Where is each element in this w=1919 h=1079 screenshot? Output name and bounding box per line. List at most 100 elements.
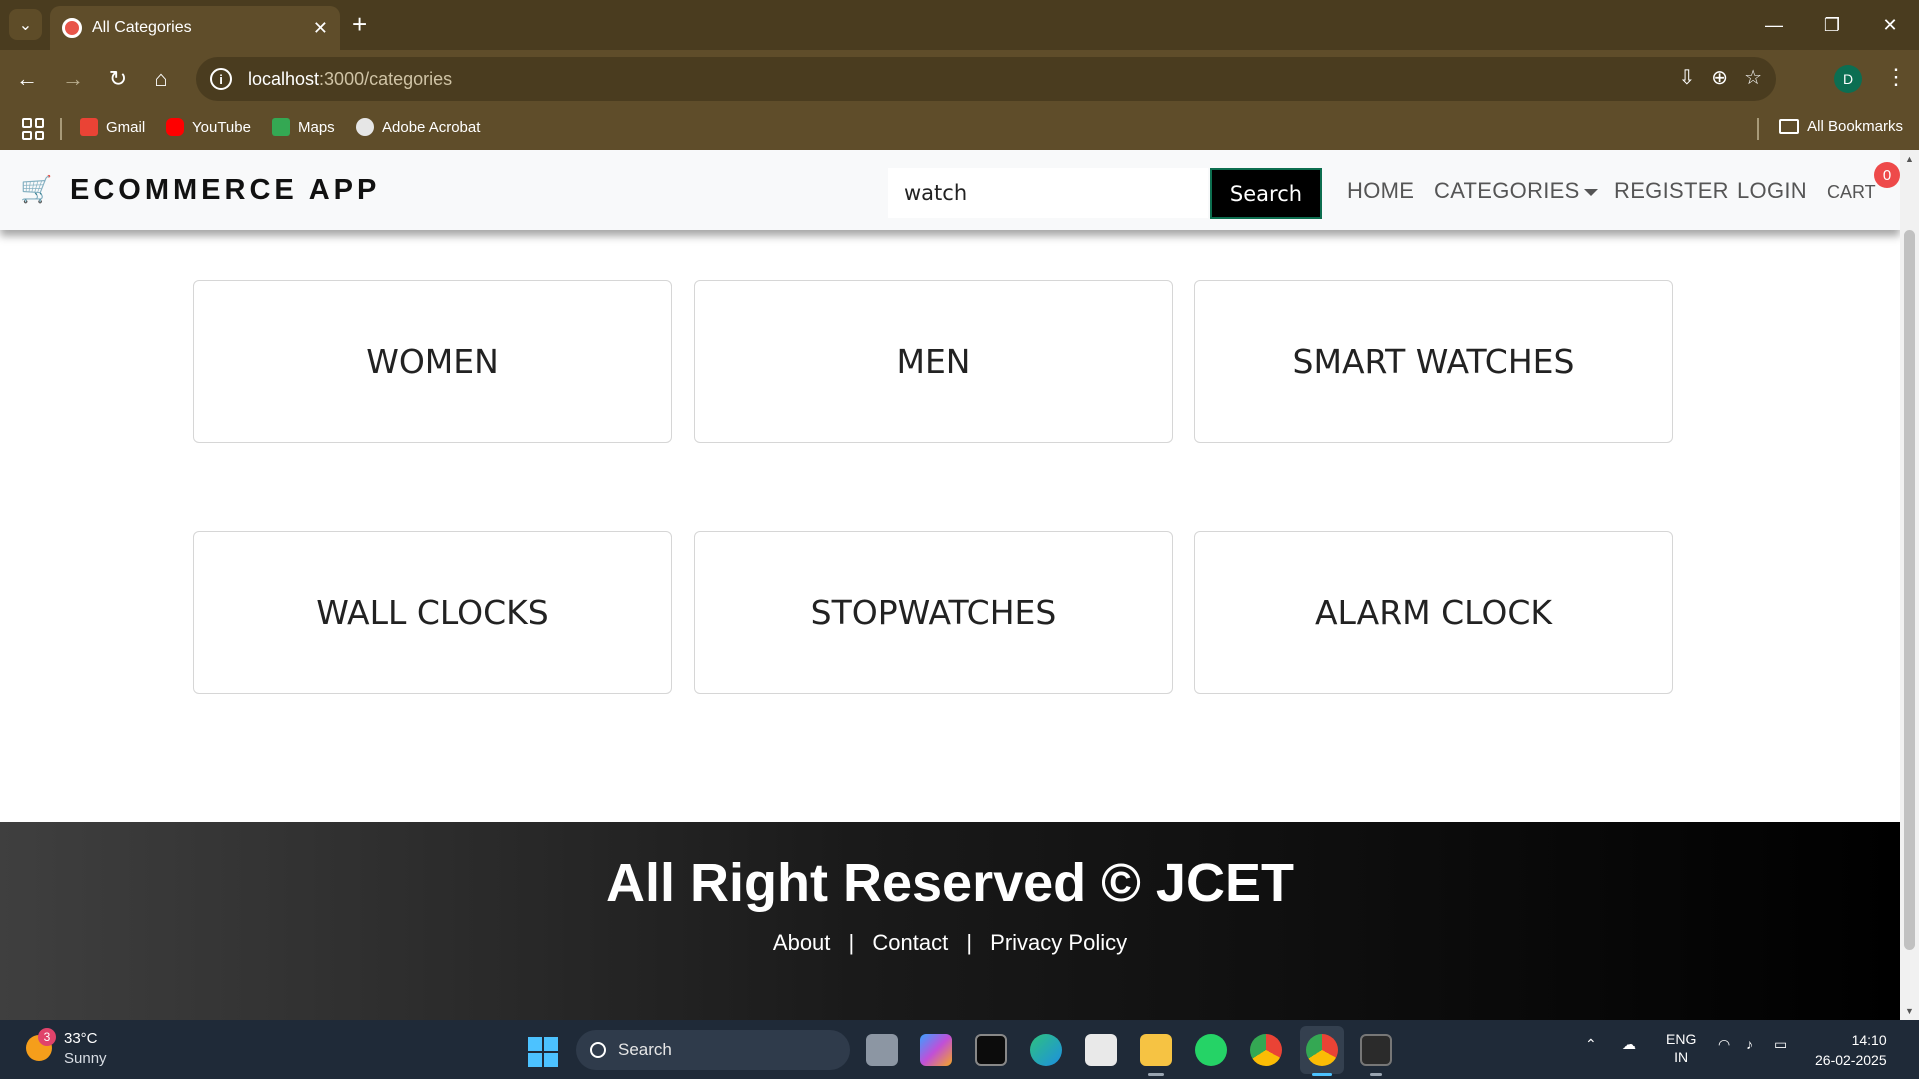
nav-register-link[interactable]: REGISTER — [1614, 178, 1729, 204]
browser-toolbar: ← → ↻ ⌂ i localhost:3000/categories ⇩ ⊕ … — [0, 50, 1919, 108]
nav-login-link[interactable]: LOGIN — [1737, 178, 1807, 204]
profile-avatar[interactable]: D — [1834, 65, 1862, 93]
active-indicator — [1312, 1073, 1332, 1076]
terminal-icon[interactable] — [975, 1034, 1007, 1066]
site-info-icon[interactable]: i — [210, 68, 232, 90]
bookmarks-divider — [1757, 118, 1759, 140]
home-icon[interactable]: ⌂ — [146, 64, 176, 94]
category-card-alarm-clock[interactable]: ALARM CLOCK — [1194, 531, 1673, 694]
language-indicator[interactable]: ENG IN — [1666, 1030, 1696, 1066]
battery-icon[interactable]: ▭ — [1774, 1036, 1787, 1053]
footer-contact-link[interactable]: Contact — [872, 930, 948, 955]
category-card-stopwatches[interactable]: STOPWATCHES — [694, 531, 1173, 694]
browser-tab-strip: ⌄ All Categories ✕ + — ❐ ✕ — [0, 0, 1919, 50]
whatsapp-icon[interactable] — [1195, 1034, 1227, 1066]
weather-temperature[interactable]: 33°C — [64, 1030, 98, 1047]
category-card-women[interactable]: WOMEN — [193, 280, 672, 443]
category-card-men[interactable]: MEN — [694, 280, 1173, 443]
bookmark-youtube[interactable]: YouTube — [166, 118, 251, 136]
category-card-wall-clocks[interactable]: WALL CLOCKS — [193, 531, 672, 694]
footer-separator: | — [848, 930, 855, 955]
all-bookmarks-label: All Bookmarks — [1807, 118, 1903, 135]
url-host: localhost — [248, 68, 320, 89]
back-arrow-icon[interactable]: ← — [12, 64, 42, 94]
wifi-icon[interactable]: ◠ — [1718, 1036, 1730, 1053]
taskbar-search-box[interactable]: Search — [576, 1030, 850, 1070]
scroll-down-icon[interactable]: ▼ — [1905, 1006, 1914, 1016]
nav-cart-link[interactable]: CART — [1827, 182, 1876, 203]
cart-count-badge: 0 — [1874, 162, 1900, 188]
windows-start-icon[interactable] — [528, 1037, 558, 1067]
footer-separator: | — [966, 930, 973, 955]
maps-icon — [272, 118, 290, 136]
chrome-icon[interactable] — [1250, 1034, 1282, 1066]
caret-down-icon — [1583, 188, 1598, 196]
copilot-icon[interactable] — [920, 1034, 952, 1066]
weather-notification-badge: 3 — [38, 1028, 56, 1046]
footer-about-link[interactable]: About — [773, 930, 831, 955]
bookmark-label: Adobe Acrobat — [382, 118, 481, 136]
chrome-active-icon[interactable] — [1306, 1034, 1338, 1066]
onedrive-icon[interactable]: ☁ — [1622, 1036, 1636, 1053]
task-view-icon[interactable] — [866, 1034, 898, 1066]
nav-categories-label: CATEGORIES — [1434, 178, 1580, 203]
clock-time: 14:10 — [1851, 1032, 1887, 1048]
taskbar-search-label: Search — [618, 1040, 672, 1059]
command-prompt-icon[interactable] — [1360, 1034, 1392, 1066]
volume-icon[interactable]: ♪ — [1746, 1036, 1753, 1052]
system-clock[interactable]: 14:10 26-02-2025 — [1815, 1030, 1887, 1070]
url-path: :3000/categories — [319, 68, 453, 89]
microsoft-store-icon[interactable] — [1085, 1034, 1117, 1066]
file-explorer-icon[interactable] — [1140, 1034, 1172, 1066]
edge-browser-icon[interactable] — [1030, 1034, 1062, 1066]
tab-favicon-icon — [62, 18, 82, 38]
scroll-up-icon[interactable]: ▲ — [1905, 154, 1914, 164]
reload-icon[interactable]: ↻ — [103, 64, 133, 94]
running-indicator — [1370, 1073, 1382, 1076]
shopping-cart-icon[interactable]: 🛒 — [20, 176, 52, 202]
running-indicator — [1148, 1073, 1164, 1076]
tab-search-button[interactable]: ⌄ — [9, 9, 42, 40]
forward-arrow-icon[interactable]: → — [58, 64, 88, 94]
site-footer: All Right Reserved © JCET About | Contac… — [0, 822, 1900, 1020]
close-window-button[interactable]: ✕ — [1861, 0, 1919, 50]
bookmark-label: Maps — [298, 118, 335, 136]
footer-privacy-link[interactable]: Privacy Policy — [990, 930, 1127, 955]
bookmark-label: Gmail — [106, 118, 146, 136]
all-bookmarks-button[interactable]: All Bookmarks — [1779, 118, 1903, 135]
apps-grid-icon[interactable] — [22, 118, 44, 140]
gmail-icon — [80, 118, 98, 136]
weather-description[interactable]: Sunny — [64, 1050, 107, 1067]
bookmark-label: YouTube — [192, 118, 251, 136]
bookmark-maps[interactable]: Maps — [272, 118, 335, 136]
install-app-icon[interactable]: ⇩ — [1679, 65, 1696, 90]
category-card-smart-watches[interactable]: SMART WATCHES — [1194, 280, 1673, 443]
minimize-button[interactable]: — — [1745, 0, 1803, 50]
page-scrollbar[interactable]: ▲ ▼ — [1900, 150, 1919, 1020]
browser-menu-icon[interactable]: ⋮ — [1885, 64, 1907, 90]
nav-categories-dropdown[interactable]: CATEGORIES — [1434, 178, 1598, 204]
clock-date: 26-02-2025 — [1815, 1052, 1887, 1068]
search-button[interactable]: Search — [1210, 168, 1322, 219]
brand-name[interactable]: ECOMMERCE APP — [70, 174, 380, 207]
search-input[interactable] — [888, 168, 1208, 218]
youtube-icon — [166, 118, 184, 136]
bookmark-gmail[interactable]: Gmail — [80, 118, 145, 136]
site-navbar: 🛒 ECOMMERCE APP Search HOME CATEGORIES R… — [0, 150, 1900, 230]
omnibox-actions: ⇩ ⊕ ☆ — [1679, 65, 1762, 90]
bookmarks-divider — [60, 118, 62, 140]
chevron-down-icon: ⌄ — [18, 16, 33, 34]
address-bar[interactable]: i localhost:3000/categories ⇩ ⊕ ☆ — [196, 57, 1776, 101]
bookmark-star-icon[interactable]: ☆ — [1744, 65, 1762, 90]
nav-home-link[interactable]: HOME — [1347, 178, 1414, 204]
chevron-up-icon[interactable]: ⌃ — [1585, 1036, 1597, 1053]
globe-icon — [356, 118, 374, 136]
zoom-icon[interactable]: ⊕ — [1711, 65, 1728, 90]
new-tab-button[interactable]: + — [352, 10, 367, 38]
tab-close-icon[interactable]: ✕ — [313, 18, 328, 39]
active-tab[interactable]: All Categories ✕ — [50, 6, 340, 50]
restore-button[interactable]: ❐ — [1803, 0, 1861, 50]
scroll-thumb[interactable] — [1904, 230, 1915, 950]
search-icon — [590, 1042, 606, 1058]
bookmark-adobe-acrobat[interactable]: Adobe Acrobat — [356, 118, 480, 136]
